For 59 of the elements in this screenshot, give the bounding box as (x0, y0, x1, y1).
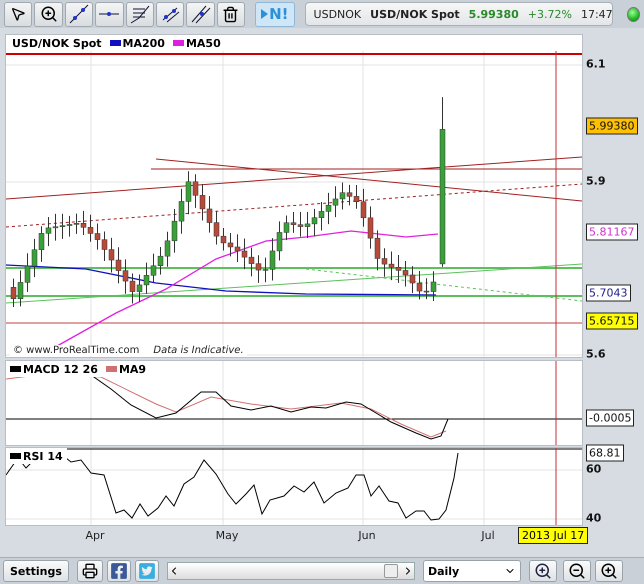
chart-lines-icon (128, 4, 151, 24)
zoom-fit-button[interactable] (528, 560, 557, 582)
parallel-lines-icon (190, 4, 212, 24)
price-tag: 5.99380 (586, 118, 638, 134)
legend-label: MA50 (186, 36, 221, 50)
indicator-tool-button[interactable] (126, 2, 154, 26)
trendline-tool-button[interactable] (64, 2, 94, 26)
period-dropdown[interactable]: Daily (422, 560, 521, 582)
pointer-tool-button[interactable] (4, 2, 32, 26)
zoom-in-button[interactable] (594, 560, 623, 582)
horizontal-line-icon (98, 11, 120, 17)
time-scrollbar[interactable] (166, 562, 415, 580)
delete-button[interactable] (216, 2, 246, 26)
axis-tick-label: 5.6 (586, 348, 606, 360)
facebook-icon (110, 562, 128, 580)
price-tag: 5.81167 (586, 224, 638, 240)
price-tag: 5.7043 (586, 284, 630, 302)
month-label: Apr (85, 529, 105, 542)
axis-tick-label: 5.9 (586, 174, 606, 188)
cursor-date-tag: 2013 Jul 17 (518, 527, 588, 544)
play-icon (261, 9, 268, 19)
zoom-out-button[interactable] (562, 560, 591, 582)
disclaimer-text: Data is Indicative. (153, 345, 244, 356)
month-label: May (216, 529, 238, 542)
twitter-icon (138, 562, 156, 580)
facebook-share-button[interactable] (106, 560, 131, 582)
zoom-fit-icon (534, 562, 552, 580)
parallel-tool-button[interactable] (186, 2, 215, 26)
legend-label: MACD 12 26 (23, 362, 98, 376)
trash-icon (222, 6, 240, 22)
price-change: +3.72% (528, 8, 572, 20)
price-tag: -0.0005 (586, 410, 634, 426)
horizontal-line-tool-button[interactable] (95, 2, 124, 26)
instrument-name: USD/NOK Spot (370, 8, 460, 20)
month-label: Jun (358, 529, 376, 542)
scroll-thumb[interactable] (384, 564, 398, 578)
zoom-icon (40, 5, 58, 23)
axis-tick-label: 60 (586, 462, 602, 476)
trend-line-icon (68, 4, 90, 24)
price-tag: 5.65715 (586, 312, 638, 330)
zoom-out-icon (568, 562, 586, 580)
axis-tick-label: 6.1 (586, 58, 606, 70)
zoom-tool-button[interactable] (34, 2, 63, 26)
settings-button[interactable]: Settings (3, 560, 69, 582)
quote-time: 17:47 (580, 8, 613, 20)
printer-icon (82, 563, 98, 579)
pointer-icon (10, 6, 26, 22)
zoom-in-icon (600, 562, 618, 580)
legend-label: RSI 14 (23, 450, 63, 462)
price-tag: 68.81 (586, 444, 624, 462)
copyright-text: © www.ProRealTime.com (13, 345, 140, 356)
axis-tick-label: 40 (586, 512, 602, 524)
month-label: Jul (481, 529, 495, 542)
legend-label: USD/NOK Spot (12, 36, 102, 50)
last-price: 5.99380 (468, 8, 519, 20)
legend-label: MA200 (122, 36, 165, 50)
symbol-text: USDNOK (314, 8, 362, 20)
legend-label: MA9 (118, 362, 146, 376)
print-button[interactable] (76, 560, 103, 582)
